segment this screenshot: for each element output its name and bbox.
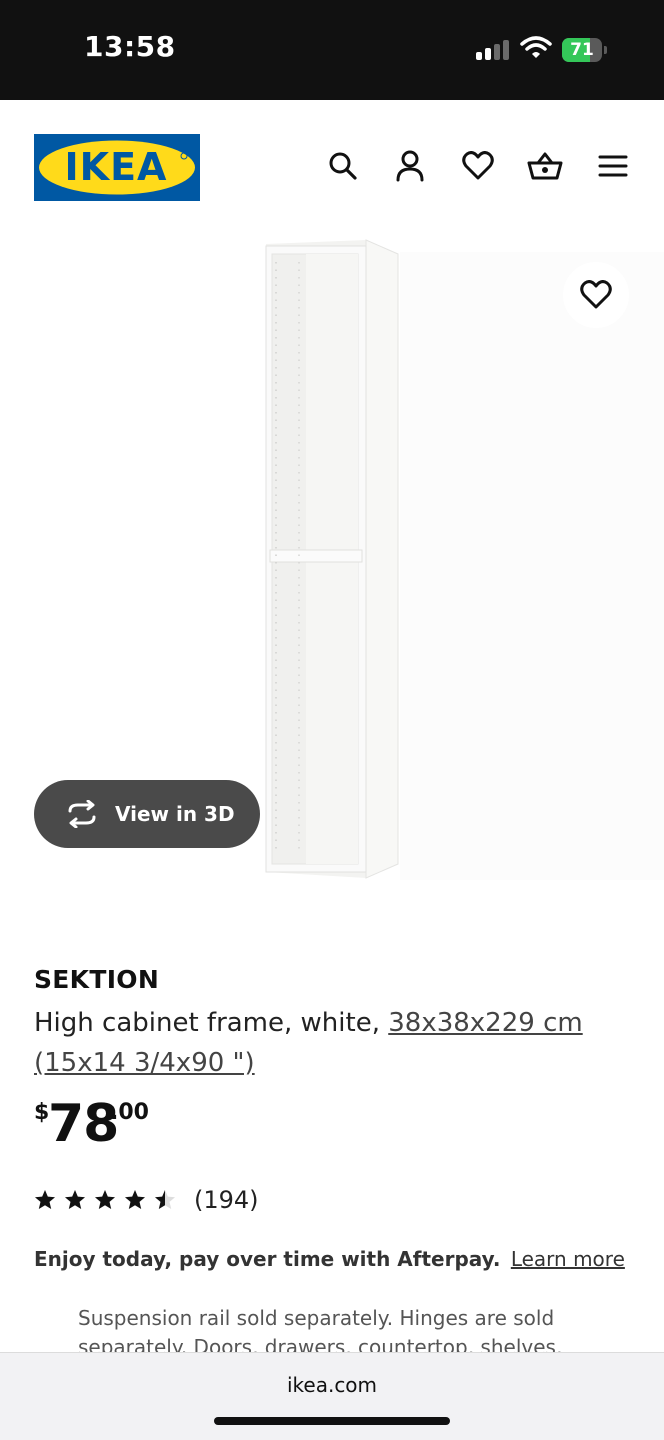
product-description-text: High cabinet frame, white,	[34, 1008, 389, 1038]
ikea-logo[interactable]: IKEA	[34, 134, 200, 201]
heart-icon	[580, 280, 612, 309]
measurement-link-imperial[interactable]: (15x14 3/4x90 ")	[34, 1048, 255, 1078]
price-integer: 78	[48, 1094, 119, 1154]
rating-stars	[34, 1189, 176, 1211]
afterpay-banner: Enjoy today, pay over time with Afterpay…	[34, 1247, 625, 1271]
star-icon	[95, 1190, 115, 1209]
home-indicator[interactable]	[214, 1417, 450, 1425]
product-name: SEKTION	[34, 965, 160, 994]
star-icon	[35, 1190, 55, 1209]
star-icon	[65, 1190, 85, 1209]
view-in-3d-button[interactable]: View in 3D	[34, 780, 260, 848]
site-header: IKEA	[0, 100, 664, 230]
url-text[interactable]: ikea.com	[0, 1373, 664, 1397]
heart-icon[interactable]	[460, 148, 496, 184]
status-time: 13:58	[84, 30, 176, 63]
logo-text: IKEA	[65, 145, 168, 189]
status-bar: 13:58 71	[0, 0, 664, 100]
battery-icon: 71	[562, 38, 608, 62]
afterpay-text: Enjoy today, pay over time with Afterpay…	[34, 1247, 501, 1271]
view-in-3d-label: View in 3D	[115, 802, 235, 826]
wifi-icon	[520, 36, 552, 60]
add-to-favorites-button[interactable]	[563, 262, 629, 328]
rating-count: (194)	[194, 1186, 259, 1214]
star-icon	[125, 1190, 145, 1209]
battery-percentage: 71	[570, 40, 594, 60]
browser-address-bar: ikea.com	[0, 1352, 664, 1440]
account-icon[interactable]	[392, 148, 428, 184]
cellular-signal-icon	[476, 40, 510, 60]
price-decimal: .00	[110, 1100, 149, 1125]
star-icon	[155, 1190, 175, 1209]
product-description: High cabinet frame, white, 38x38x229 cm …	[34, 1003, 594, 1083]
rotate-icon	[68, 800, 96, 828]
measurement-link[interactable]: 38x38x229 cm	[388, 1008, 582, 1038]
basket-icon[interactable]	[527, 148, 563, 184]
product-image[interactable]: View in 3D	[0, 232, 664, 892]
menu-icon[interactable]	[595, 148, 631, 184]
learn-more-link[interactable]: Learn more	[511, 1247, 625, 1271]
search-icon[interactable]	[325, 148, 361, 184]
product-rating[interactable]: (194)	[34, 1184, 259, 1216]
